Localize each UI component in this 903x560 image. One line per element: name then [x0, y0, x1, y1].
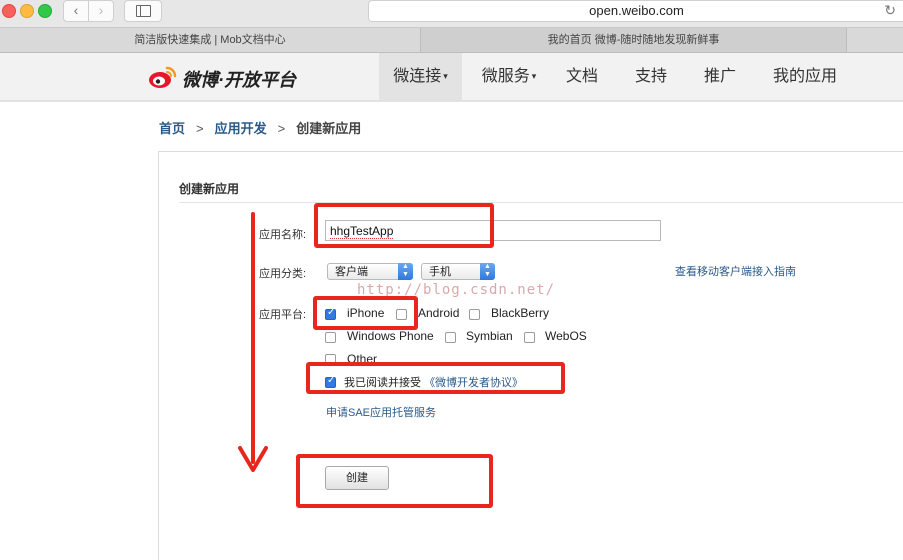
reload-icon[interactable]: ↻: [884, 2, 896, 19]
updown-arrows-icon: ▲ ▼: [398, 263, 413, 280]
sidebar-toggle-button[interactable]: [124, 0, 162, 22]
symbian-checkbox[interactable]: [445, 332, 456, 343]
windows-phone-checkbox[interactable]: [325, 332, 336, 343]
close-window-button[interactable]: [2, 4, 16, 18]
category-select-value: 客户端: [335, 266, 368, 278]
nav-weilianjie[interactable]: 微连接 ▾: [379, 53, 462, 100]
logo-text: 微博·开放平台: [182, 70, 296, 90]
tab-bar: 简洁版快速集成 | Mob文档中心 我的首页 微博-随时随地发现新鲜事: [0, 28, 903, 53]
android-label: Android: [418, 306, 460, 320]
minimize-window-button[interactable]: [20, 4, 34, 18]
zoom-window-button[interactable]: [38, 4, 52, 18]
caret-down-icon: ▾: [443, 71, 448, 81]
blackberry-checkbox[interactable]: [469, 309, 480, 320]
webos-label: WebOS: [545, 329, 587, 343]
chevron-left-icon: ‹: [73, 2, 79, 18]
breadcrumb-separator: >: [196, 121, 204, 136]
forward-button[interactable]: ›: [88, 0, 114, 22]
site-header: 微博·开放平台 微连接 ▾ 微服务 ▾ 文档 支持 推广 我的应用: [0, 53, 903, 102]
nav-weifuwu[interactable]: 微服务 ▾: [470, 53, 548, 100]
address-bar[interactable]: open.weibo.com ↻: [368, 0, 903, 22]
weibo-logo-icon: [149, 66, 177, 88]
nav-my-apps[interactable]: 我的应用: [762, 53, 848, 100]
subcategory-select[interactable]: 手机 ▲ ▼: [421, 263, 495, 280]
back-button[interactable]: ‹: [63, 0, 89, 22]
annotation-box-agreement: [306, 362, 565, 394]
windows-phone-label: Windows Phone: [347, 329, 434, 343]
nav-support[interactable]: 支持: [624, 53, 678, 100]
tab-mob-docs[interactable]: 简洁版快速集成 | Mob文档中心: [0, 28, 421, 52]
annotation-box-create: [296, 454, 493, 508]
sidebar-icon: [136, 5, 151, 17]
tab-weibo-home[interactable]: 我的首页 微博-随时随地发现新鲜事: [421, 28, 847, 52]
symbian-label: Symbian: [466, 329, 513, 343]
mobile-guide-link[interactable]: 查看移动客户端接入指南: [675, 263, 796, 279]
form-title: 创建新应用: [179, 182, 240, 196]
divider: [179, 202, 903, 203]
nav-docs[interactable]: 文档: [556, 53, 608, 100]
browser-toolbar: ‹ › open.weibo.com ↻: [0, 0, 903, 28]
category-select[interactable]: 客户端 ▲ ▼: [327, 263, 413, 280]
annotation-box-platform: [313, 296, 418, 330]
webos-checkbox[interactable]: [524, 332, 535, 343]
subcategory-select-value: 手机: [429, 266, 451, 278]
chevron-right-icon: ›: [98, 2, 104, 18]
updown-arrows-icon: ▲ ▼: [480, 263, 495, 280]
breadcrumb-separator: >: [277, 121, 286, 136]
breadcrumb-current: 创建新应用: [296, 121, 362, 136]
annotation-box-app-name: [314, 203, 494, 248]
url-text: open.weibo.com: [589, 3, 684, 18]
down-arrow-icon: [238, 212, 268, 472]
blackberry-label: BlackBerry: [491, 306, 550, 320]
sae-hosting-link[interactable]: 申请SAE应用托管服务: [326, 404, 436, 420]
breadcrumb: 首页 > 应用开发 > 创建新应用: [159, 118, 361, 137]
form-panel: [158, 151, 903, 560]
breadcrumb-home[interactable]: 首页: [159, 121, 185, 136]
caret-down-icon: ▾: [531, 71, 537, 81]
nav-promotion[interactable]: 推广: [694, 53, 746, 100]
breadcrumb-app-dev[interactable]: 应用开发: [215, 121, 267, 136]
